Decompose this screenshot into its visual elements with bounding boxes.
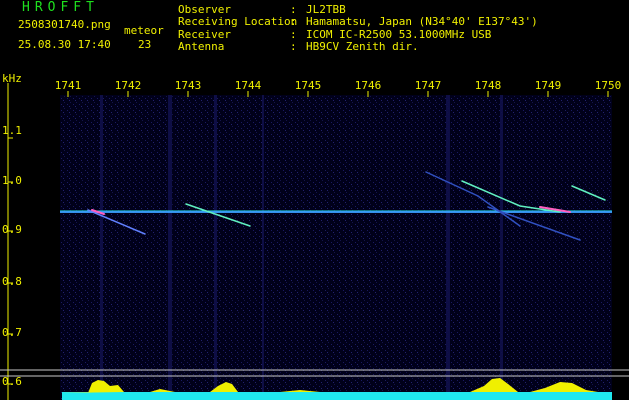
level-bar-cyan: [62, 392, 612, 400]
x-tick-label: 1749: [534, 79, 562, 92]
meteor-count: 23: [138, 38, 152, 51]
y-tick-label: 1.1: [2, 124, 22, 137]
info-separator: :: [290, 40, 297, 53]
info-separator: :: [290, 15, 297, 28]
app-title: HROFFT: [22, 0, 99, 15]
x-tick-label: 1744: [234, 79, 262, 92]
info-antenna-value: HB9CV Zenith dir.: [306, 40, 419, 53]
x-tick-label: 1748: [474, 79, 502, 92]
x-tick-label: 1743: [174, 79, 202, 92]
x-tick-label: 1745: [294, 79, 322, 92]
meteor-label: meteor: [124, 24, 164, 37]
y-tick-label: 1.0: [2, 174, 22, 187]
info-antenna-key: Antenna: [178, 40, 225, 53]
timestamp: 25.08.30 17:40: [18, 38, 111, 51]
y-tick-label: 0.6: [2, 375, 22, 388]
x-tick-label: 1741: [54, 79, 82, 92]
x-tick-label: 1747: [414, 79, 442, 92]
x-tick-label: 1742: [114, 79, 142, 92]
spectrogram-plot: [0, 83, 629, 400]
info-location-key: Receiving Location: [178, 15, 298, 28]
spectrogram-noise-field: [60, 95, 612, 400]
y-tick-label: 0.8: [2, 275, 22, 288]
x-tick-label: 1746: [354, 79, 382, 92]
y-axis-unit-label: kHz: [2, 72, 22, 85]
y-tick-label: 0.7: [2, 326, 22, 339]
y-tick-label: 0.9: [2, 223, 22, 236]
image-filename: 2508301740.png: [18, 18, 111, 31]
info-location-value: Hamamatsu, Japan (N34°40' E137°43'): [306, 15, 538, 28]
x-tick-label: 1750: [594, 79, 622, 92]
